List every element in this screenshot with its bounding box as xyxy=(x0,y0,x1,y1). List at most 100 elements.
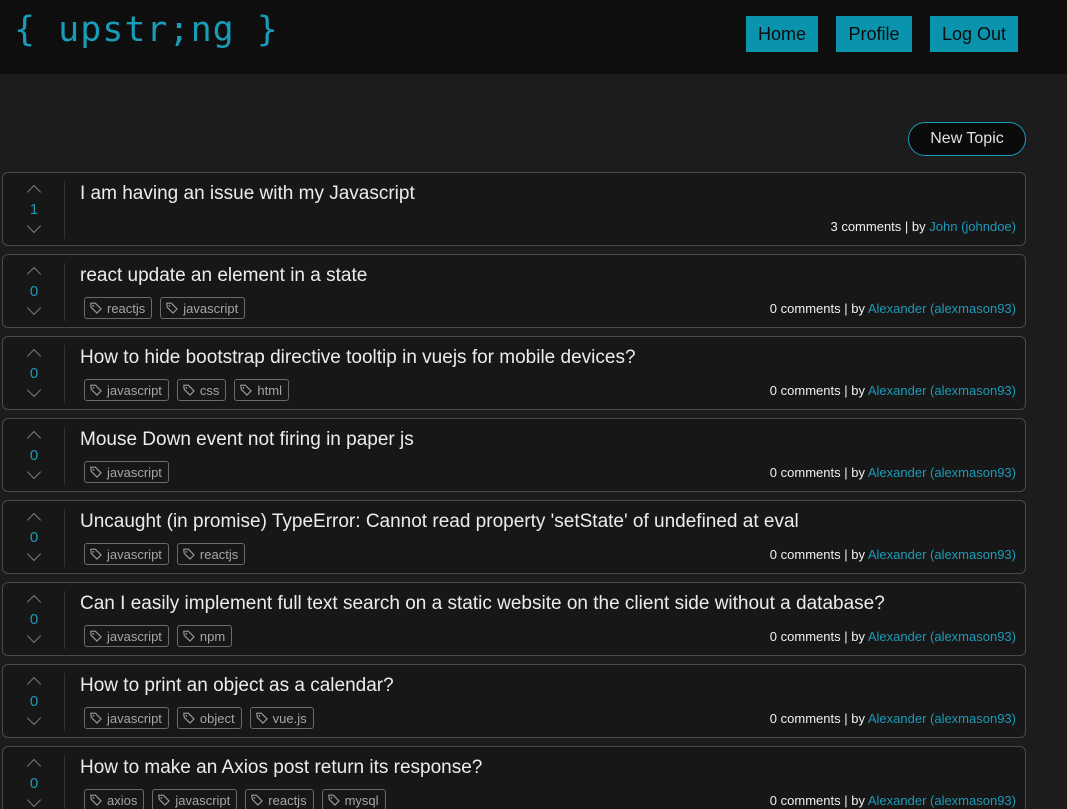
topic-title[interactable]: react update an element in a state xyxy=(80,265,367,287)
topic-tag[interactable]: javascript xyxy=(84,543,169,565)
topic-title[interactable]: How to make an Axios post return its res… xyxy=(80,757,482,779)
author-link[interactable]: Alexander (alexmason93) xyxy=(868,383,1016,398)
new-topic-button[interactable]: New Topic xyxy=(908,122,1026,156)
topic-tag[interactable]: vue.js xyxy=(249,707,314,729)
chevron-down-icon[interactable] xyxy=(26,300,42,316)
vote-control: 0 xyxy=(3,345,65,403)
profile-button[interactable]: Profile xyxy=(836,16,912,52)
topic-tag[interactable]: reactjs xyxy=(84,297,153,319)
chevron-down-icon[interactable] xyxy=(26,218,42,234)
chevron-up-icon[interactable] xyxy=(26,184,42,200)
tag-label: reactjs xyxy=(107,300,146,316)
tag-label: mysql xyxy=(344,792,379,808)
tag-label: javascript xyxy=(183,300,239,316)
chevron-down-icon[interactable] xyxy=(26,546,42,562)
vote-count: 0 xyxy=(29,283,39,300)
brand-logo[interactable]: { upstr;ng } xyxy=(14,10,279,50)
topic-tag[interactable]: npm xyxy=(176,625,233,647)
topic-tag[interactable]: javascript xyxy=(84,625,169,647)
tag-list: javascript xyxy=(84,461,169,483)
vote-control: 0 xyxy=(3,591,65,649)
chevron-up-icon[interactable] xyxy=(26,266,42,282)
by-label: by xyxy=(911,219,926,234)
logout-button[interactable]: Log Out xyxy=(930,16,1018,52)
tag-label: npm xyxy=(199,628,226,644)
author-link[interactable]: John (johndoe) xyxy=(929,219,1016,234)
topic-tag[interactable]: object xyxy=(176,707,242,729)
vote-control: 0 xyxy=(3,509,65,567)
topic-tag[interactable]: html xyxy=(234,379,289,401)
topic-title[interactable]: How to print an object as a calendar? xyxy=(80,675,394,697)
topic-tag[interactable]: javascript xyxy=(84,379,169,401)
chevron-up-icon[interactable] xyxy=(26,430,42,446)
chevron-down-icon[interactable] xyxy=(26,464,42,480)
topic-tag[interactable]: javascript xyxy=(84,707,169,729)
author-link[interactable]: Alexander (alexmason93) xyxy=(868,629,1016,644)
separator: | xyxy=(901,219,912,234)
topic-tag[interactable]: axios xyxy=(84,789,145,809)
topic-tag[interactable]: css xyxy=(176,379,227,401)
vote-control: 0 xyxy=(3,673,65,731)
vote-count: 0 xyxy=(29,611,39,628)
by-label: by xyxy=(851,629,865,644)
author-link[interactable]: Alexander (alexmason93) xyxy=(868,711,1016,726)
tag-icon xyxy=(89,301,103,315)
chevron-down-icon[interactable] xyxy=(26,710,42,726)
comment-count: 0 comments xyxy=(769,629,841,644)
tag-icon xyxy=(165,301,179,315)
topic-title[interactable]: Mouse Down event not firing in paper js xyxy=(80,429,414,451)
topic-tag[interactable]: reactjs xyxy=(176,543,246,565)
comment-count: 0 comments xyxy=(769,301,841,316)
author-link[interactable]: Alexander (alexmason93) xyxy=(868,301,1016,316)
topic-tag[interactable]: javascript xyxy=(152,789,238,809)
tag-icon xyxy=(239,383,253,397)
topic-meta: 3 comments | by John (johndoe) xyxy=(830,219,1016,234)
tag-list: javascript reactjs xyxy=(84,543,246,565)
chevron-up-icon[interactable] xyxy=(26,594,42,610)
topic-title[interactable]: Uncaught (in promise) TypeError: Cannot … xyxy=(80,511,799,533)
tag-label: javascript xyxy=(107,546,162,562)
comment-count: 3 comments xyxy=(830,219,902,234)
by-label: by xyxy=(851,383,865,398)
chevron-down-icon[interactable] xyxy=(26,792,42,808)
topic-tag[interactable]: javascript xyxy=(160,297,246,319)
chevron-down-icon[interactable] xyxy=(26,628,42,644)
topic-meta: 0 comments | by Alexander (alexmason93) xyxy=(770,711,1016,726)
vote-control: 0 xyxy=(3,263,65,321)
tag-list: javascript npm xyxy=(84,625,233,647)
tag-label: html xyxy=(257,382,282,398)
topic-card: 0 How to make an Axios post return its re… xyxy=(2,746,1026,809)
chevron-up-icon[interactable] xyxy=(26,758,42,774)
comment-count: 0 comments xyxy=(769,383,841,398)
topic-tag[interactable]: reactjs xyxy=(245,789,314,809)
tag-icon xyxy=(250,793,264,807)
topic-title[interactable]: I am having an issue with my Javascript xyxy=(80,183,415,205)
chevron-down-icon[interactable] xyxy=(26,382,42,398)
topic-meta: 0 comments | by Alexander (alexmason93) xyxy=(770,547,1016,562)
tag-label: reactjs xyxy=(199,546,239,562)
topic-title[interactable]: How to hide bootstrap directive tooltip … xyxy=(80,347,636,369)
tag-label: javascript xyxy=(107,464,162,480)
topic-title[interactable]: Can I easily implement full text search … xyxy=(80,593,885,615)
home-button[interactable]: Home xyxy=(746,16,818,52)
separator: | xyxy=(840,465,852,480)
topic-meta: 0 comments | by Alexander (alexmason93) xyxy=(770,383,1016,398)
comment-count: 0 comments xyxy=(769,547,841,562)
chevron-up-icon[interactable] xyxy=(26,512,42,528)
tag-label: javascript xyxy=(107,382,162,398)
topic-meta: 0 comments | by Alexander (alexmason93) xyxy=(770,793,1016,808)
vote-count: 0 xyxy=(29,447,39,464)
author-link[interactable]: Alexander (alexmason93) xyxy=(868,793,1016,808)
author-link[interactable]: Alexander (alexmason93) xyxy=(868,547,1016,562)
chevron-up-icon[interactable] xyxy=(26,348,42,364)
tag-label: object xyxy=(199,710,235,726)
topic-tag[interactable]: mysql xyxy=(321,789,386,809)
author-link[interactable]: Alexander (alexmason93) xyxy=(868,465,1016,480)
topic-meta: 0 comments | by Alexander (alexmason93) xyxy=(770,629,1016,644)
topic-tag[interactable]: javascript xyxy=(84,461,169,483)
tag-icon xyxy=(182,547,196,561)
chevron-up-icon[interactable] xyxy=(26,676,42,692)
topic-card: 0 react update an element in a state react… xyxy=(2,254,1026,328)
topic-meta: 0 comments | by Alexander (alexmason93) xyxy=(770,465,1016,480)
tag-icon xyxy=(182,383,196,397)
